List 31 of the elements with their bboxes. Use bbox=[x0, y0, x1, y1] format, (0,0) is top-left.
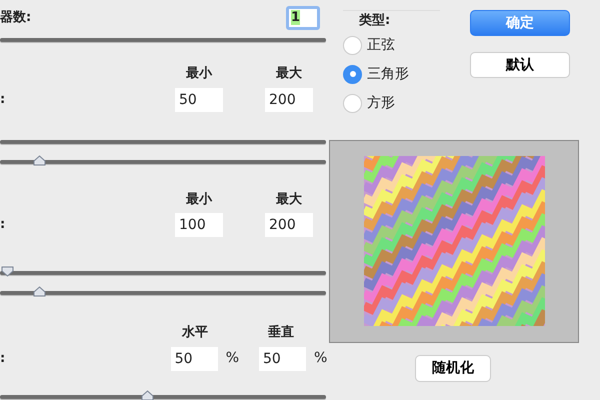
field-label: : bbox=[0, 350, 6, 368]
radio-option[interactable]: 三角形 bbox=[343, 60, 440, 88]
group-label: 类型: bbox=[358, 12, 392, 30]
default-button[interactable]: 默认 bbox=[470, 52, 570, 78]
slider-thumb[interactable] bbox=[33, 286, 46, 297]
slider-thumb[interactable] bbox=[140, 390, 154, 400]
radio-option[interactable]: 方形 bbox=[343, 88, 440, 118]
column-header: 最大 bbox=[275, 190, 303, 208]
number-field[interactable]: 1 bbox=[286, 6, 320, 30]
field-label: 器数: bbox=[0, 9, 32, 28]
number-field[interactable]: 50 bbox=[175, 88, 223, 112]
number-field[interactable]: 200 bbox=[265, 88, 313, 112]
column-header: 最大 bbox=[275, 65, 303, 83]
randomize-button[interactable]: 随机化 bbox=[415, 354, 491, 382]
column-header: 最小 bbox=[185, 190, 214, 208]
column-header: 最小 bbox=[185, 65, 214, 83]
number-field[interactable]: 100 bbox=[175, 213, 223, 237]
unit-label: % bbox=[224, 349, 240, 368]
slider[interactable] bbox=[0, 154, 326, 168]
field-label: : bbox=[0, 90, 6, 109]
number-field[interactable]: 200 bbox=[265, 213, 313, 237]
unit-label: % bbox=[313, 349, 326, 368]
slider-thumb[interactable] bbox=[0, 266, 14, 277]
column-header: 水平 bbox=[180, 324, 209, 342]
slider-thumb[interactable] bbox=[33, 154, 46, 166]
number-field[interactable]: 50 bbox=[170, 346, 218, 370]
radio-option[interactable]: 正弦 bbox=[343, 30, 440, 60]
number-field[interactable]: 50 bbox=[258, 346, 306, 370]
field-label: : bbox=[0, 216, 6, 234]
slider[interactable] bbox=[0, 390, 326, 400]
column-header: 垂直 bbox=[267, 324, 295, 342]
